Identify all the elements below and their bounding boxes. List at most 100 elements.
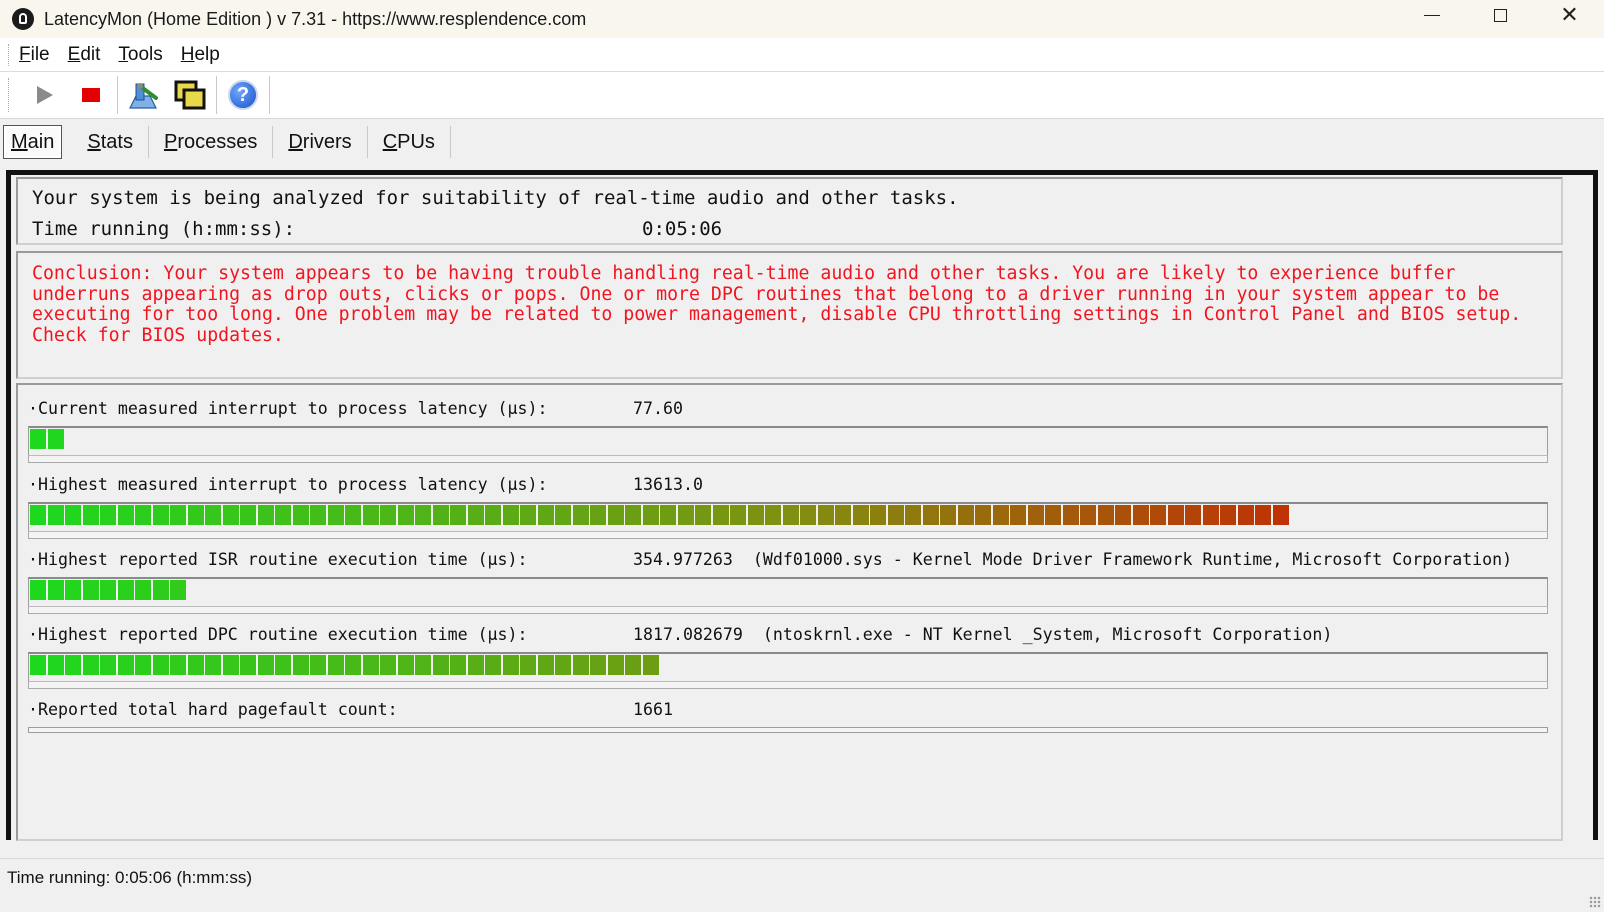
menu-edit[interactable]: Edit bbox=[68, 44, 101, 66]
bar-segment bbox=[1185, 505, 1201, 525]
resize-grip[interactable] bbox=[1589, 896, 1601, 908]
bar-segment bbox=[240, 655, 256, 675]
toolbar-grip[interactable] bbox=[8, 78, 12, 112]
copy-windows-button[interactable] bbox=[167, 73, 213, 117]
bar-segment bbox=[432, 505, 449, 525]
menu-help[interactable]: Help bbox=[181, 44, 220, 66]
bar-segment bbox=[30, 655, 46, 675]
metric-label: ·Highest reported DPC routine execution … bbox=[28, 625, 528, 644]
bar-segment bbox=[502, 655, 519, 675]
bar-segment bbox=[975, 505, 991, 525]
tab-main[interactable]: Main bbox=[3, 125, 63, 159]
analysis-status-text: Your system is being analyzed for suitab… bbox=[32, 187, 959, 209]
tab-cpus[interactable]: C PUs bbox=[368, 126, 451, 158]
bar-segment bbox=[520, 655, 536, 675]
app-icon bbox=[12, 8, 34, 30]
bar-segment bbox=[870, 505, 886, 525]
bar-segment bbox=[65, 580, 81, 600]
close-button[interactable]: ✕ bbox=[1535, 0, 1604, 30]
bar-segment bbox=[642, 655, 659, 675]
bar-segment bbox=[1115, 505, 1131, 525]
bar-fill bbox=[30, 429, 65, 449]
bar-segment bbox=[187, 505, 204, 525]
status-bar: Time running: 0:05:06 (h:mm:ss) bbox=[0, 858, 1604, 912]
bar-segment bbox=[292, 655, 309, 675]
bar-segment bbox=[555, 655, 571, 675]
bar-segment bbox=[1167, 505, 1184, 525]
bar-segment bbox=[1027, 505, 1044, 525]
status-text: Time running: 0:05:06 (h:mm:ss) bbox=[7, 868, 253, 887]
bar-segment bbox=[747, 505, 764, 525]
bar-segment bbox=[65, 505, 81, 525]
bar-segment bbox=[152, 580, 169, 600]
metric-label: ·Highest reported ISR routine execution … bbox=[28, 550, 528, 569]
latency-bar bbox=[28, 577, 1548, 614]
play-icon bbox=[37, 86, 53, 104]
bar-segment bbox=[537, 505, 554, 525]
menu-tools[interactable]: Tools bbox=[118, 44, 162, 66]
start-button[interactable] bbox=[22, 73, 68, 117]
bar-segment bbox=[922, 505, 939, 525]
bar-segment bbox=[327, 655, 344, 675]
bar-segment bbox=[835, 505, 851, 525]
maximize-icon bbox=[1494, 8, 1507, 22]
bar-segment bbox=[397, 505, 414, 525]
bar-segment bbox=[310, 505, 326, 525]
menu-grip[interactable] bbox=[8, 43, 12, 66]
bar-segment bbox=[117, 655, 134, 675]
conclusion-panel: Conclusion: Your system appears to be ha… bbox=[16, 251, 1563, 379]
bar-segment bbox=[170, 580, 186, 600]
time-running-label: Time running (h:mm:ss): bbox=[32, 218, 296, 240]
metric-value: 1661 bbox=[633, 700, 673, 719]
bar-segment bbox=[257, 505, 274, 525]
bar-segment bbox=[642, 505, 659, 525]
help-button[interactable]: ? bbox=[220, 73, 266, 117]
metrics-panel: ·Current measured interrupt to process l… bbox=[16, 383, 1563, 841]
bar-segment bbox=[467, 505, 484, 525]
bar-segment bbox=[450, 505, 466, 525]
bar-segment bbox=[782, 505, 799, 525]
bar-fill bbox=[30, 580, 188, 600]
toolbar-separator bbox=[117, 76, 118, 114]
bar-segment bbox=[590, 655, 606, 675]
bar-segment bbox=[152, 655, 169, 675]
report-button[interactable] bbox=[121, 73, 167, 117]
bar-segment bbox=[82, 655, 99, 675]
tab-drivers[interactable]: Drivers bbox=[273, 126, 368, 158]
bar-segment bbox=[940, 505, 956, 525]
bar-segment bbox=[1010, 505, 1026, 525]
maximize-button[interactable] bbox=[1466, 0, 1535, 30]
bar-segment bbox=[625, 655, 641, 675]
bar-segment bbox=[117, 505, 134, 525]
bar-segment bbox=[275, 505, 291, 525]
bar-segment bbox=[520, 505, 536, 525]
metric-label: ·Reported total hard pagefault count: bbox=[28, 700, 398, 719]
minimize-icon bbox=[1423, 14, 1440, 16]
report-icon bbox=[129, 83, 158, 109]
bar-segment bbox=[1132, 505, 1149, 525]
bar-segment bbox=[100, 580, 116, 600]
bar-segment bbox=[292, 505, 309, 525]
copy-windows-icon bbox=[174, 80, 206, 110]
bar-segment bbox=[135, 505, 151, 525]
minimize-button[interactable] bbox=[1397, 0, 1466, 30]
toolbar-separator bbox=[269, 76, 270, 114]
bar-segment bbox=[310, 655, 326, 675]
bar-segment bbox=[852, 505, 869, 525]
bar-segment bbox=[415, 505, 431, 525]
metric-value: 354.977263 (Wdf01000.sys - Kernel Mode D… bbox=[633, 550, 1513, 569]
bar-segment bbox=[1080, 505, 1096, 525]
close-icon: ✕ bbox=[1560, 2, 1579, 27]
bar-segment bbox=[432, 655, 449, 675]
bar-segment bbox=[1097, 505, 1114, 525]
tab-processes[interactable]: Processes bbox=[149, 126, 274, 158]
tab-strip: Main Stats Processes Drivers C PUs bbox=[0, 122, 451, 162]
metric-value: 13613.0 bbox=[633, 475, 703, 494]
menu-file[interactable]: File bbox=[19, 44, 50, 66]
tab-stats[interactable]: Stats bbox=[72, 126, 149, 158]
bar-segment bbox=[485, 655, 501, 675]
bar-segment bbox=[187, 655, 204, 675]
bar-segment bbox=[345, 655, 361, 675]
window-controls: ✕ bbox=[1397, 0, 1604, 38]
stop-button[interactable] bbox=[68, 73, 114, 117]
